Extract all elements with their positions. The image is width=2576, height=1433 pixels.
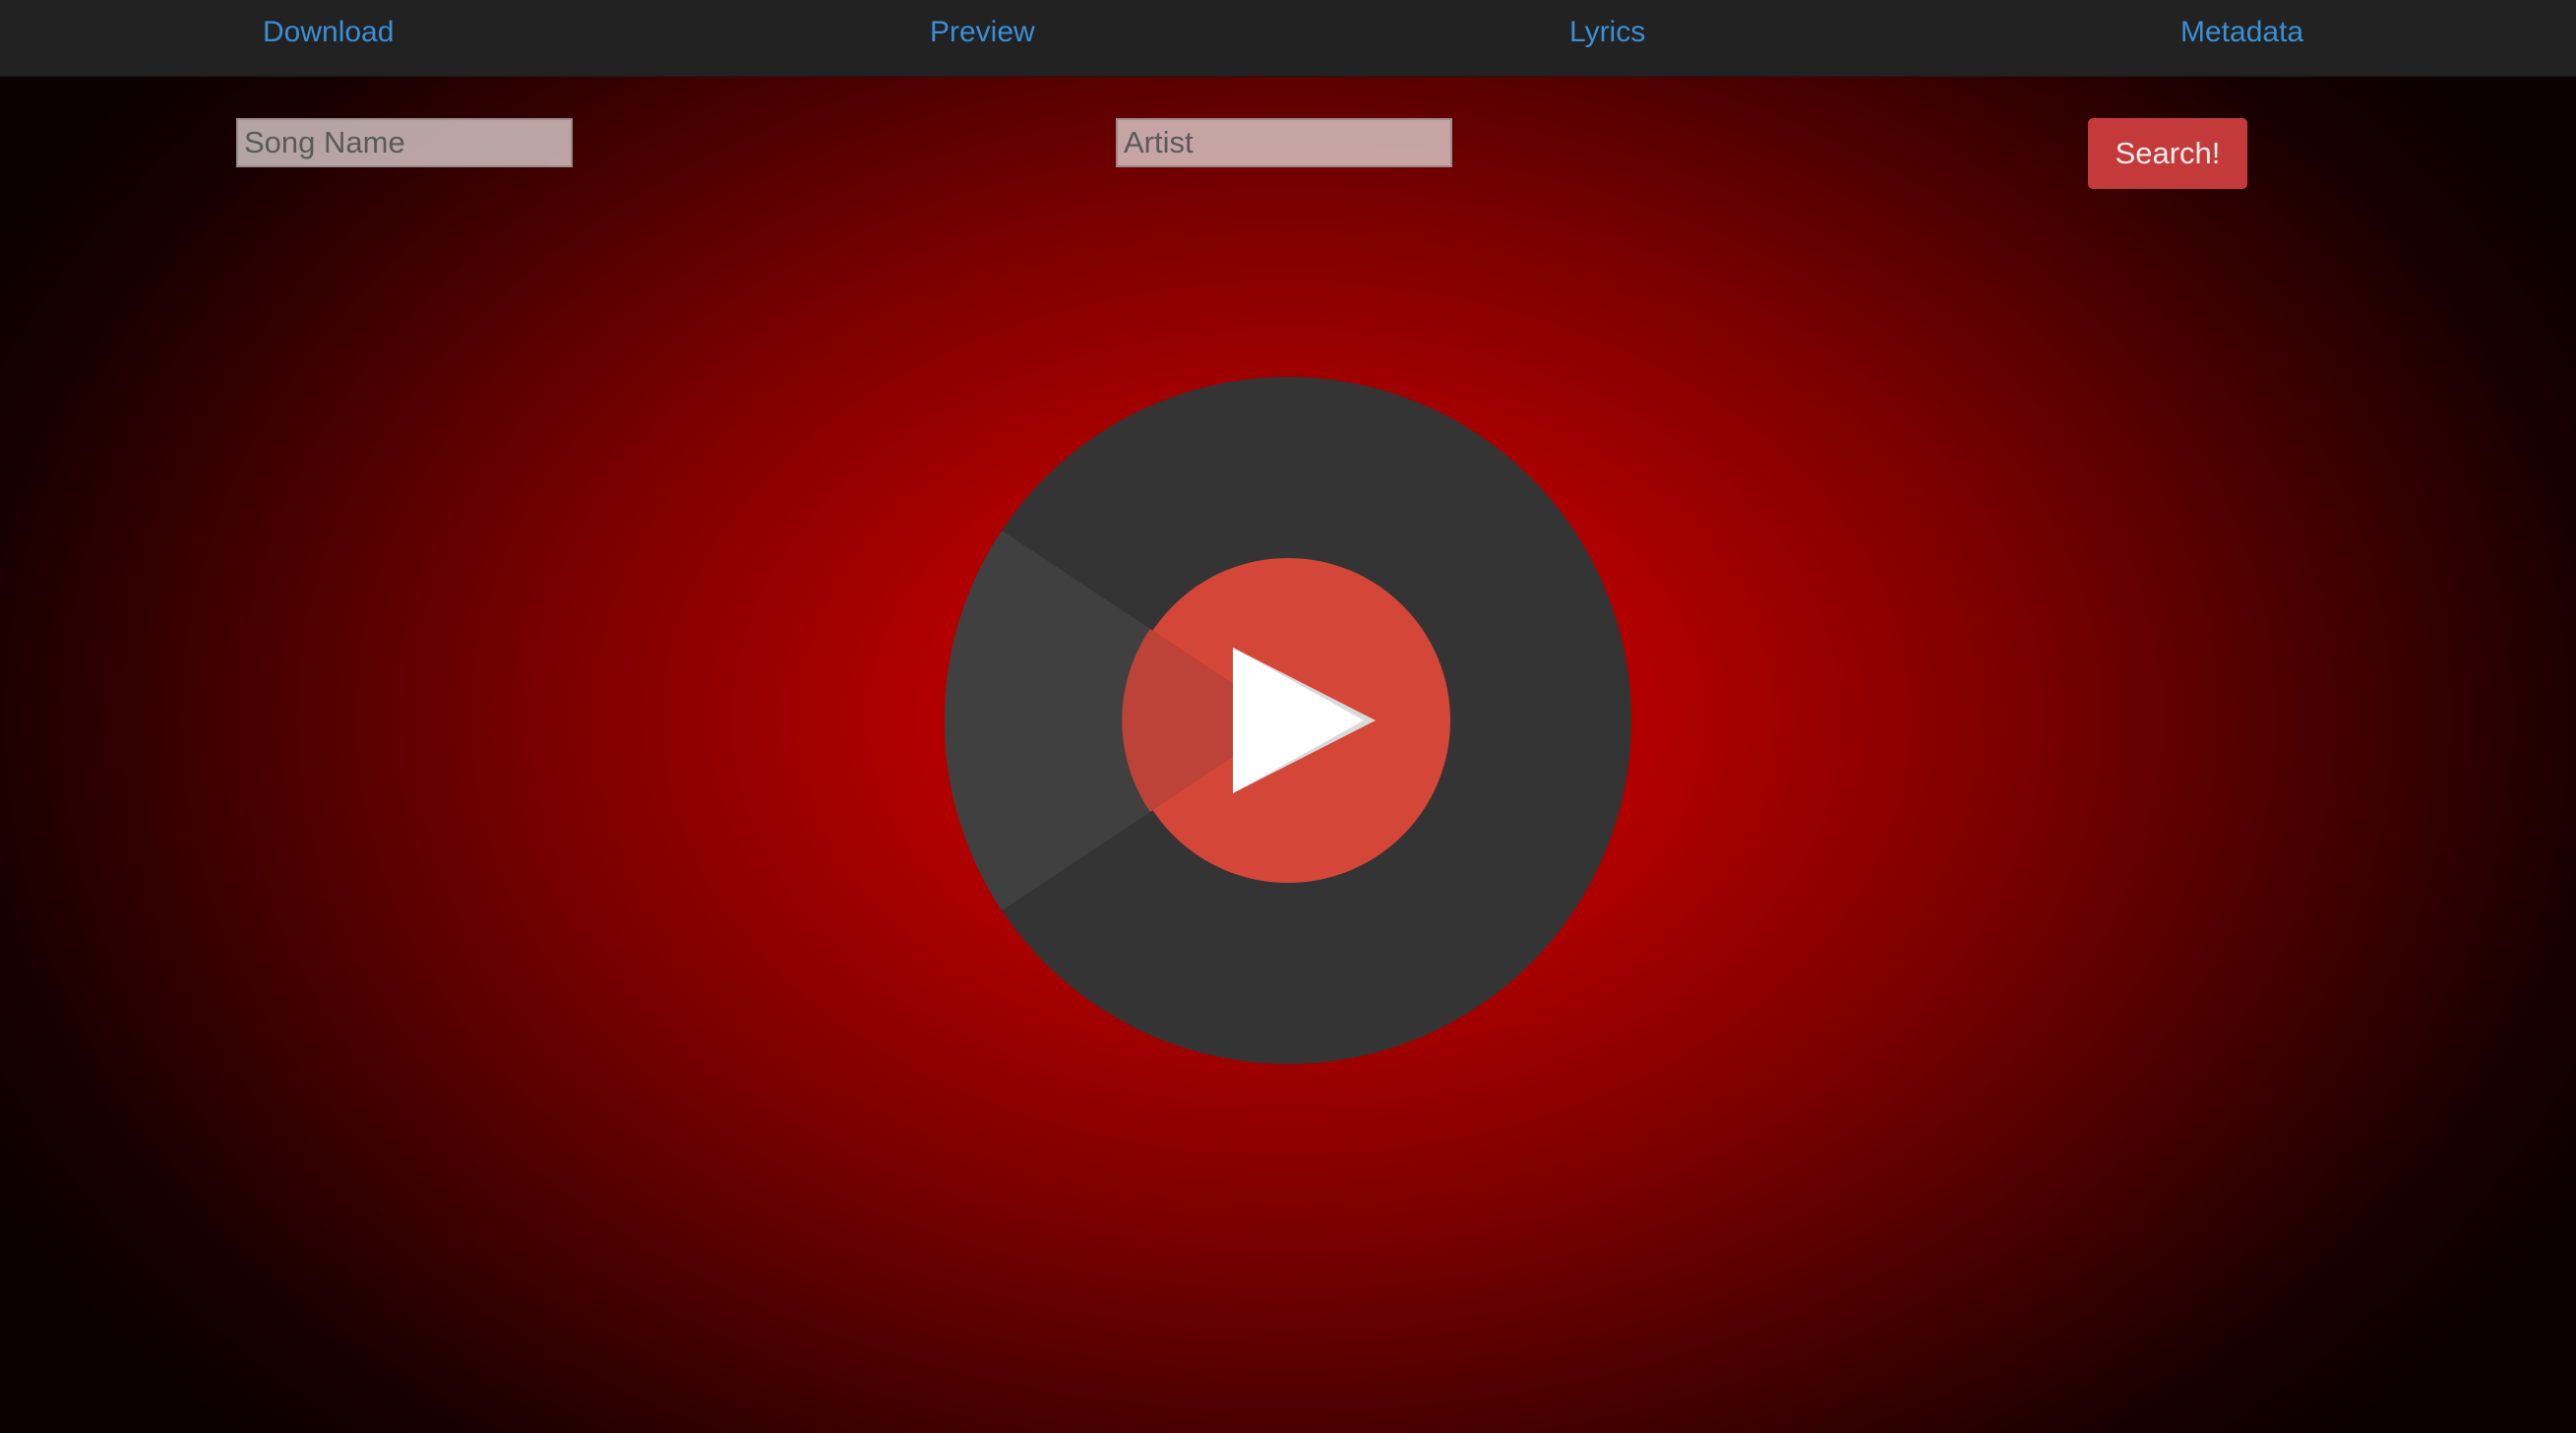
artist-input[interactable] <box>1116 118 1452 167</box>
nav-link-download[interactable]: Download <box>263 16 394 49</box>
top-navbar: Download Preview Lyrics Metadata <box>0 0 2576 77</box>
music-play-logo-icon <box>944 377 1631 1064</box>
song-name-input[interactable] <box>236 118 573 167</box>
nav-link-lyrics[interactable]: Lyrics <box>1569 16 1645 49</box>
nav-link-metadata[interactable]: Metadata <box>2180 16 2303 49</box>
search-button[interactable]: Search! <box>2088 118 2247 189</box>
nav-link-preview[interactable]: Preview <box>930 16 1035 49</box>
